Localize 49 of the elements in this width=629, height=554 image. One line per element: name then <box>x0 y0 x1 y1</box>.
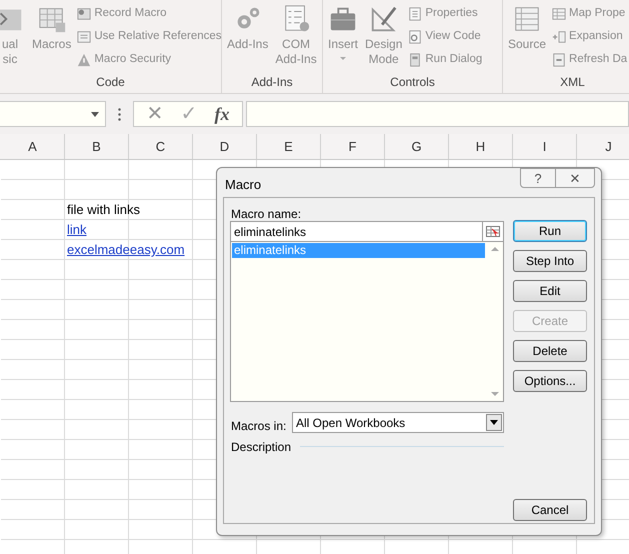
column-header[interactable]: G <box>385 134 449 159</box>
grid-sheet-icon <box>552 7 566 21</box>
magnifier-sheet-icon <box>408 30 422 44</box>
plus-sheet-icon <box>552 30 566 44</box>
scroll-down-icon[interactable] <box>490 392 498 396</box>
help-button[interactable]: ? <box>520 168 556 188</box>
dialog-button[interactable]: Options... <box>513 370 587 392</box>
insert-function-button[interactable]: fx <box>214 105 230 123</box>
sheet-refresh-icon <box>552 53 566 67</box>
sheet-grid-icon <box>77 30 92 44</box>
column-header[interactable]: H <box>449 134 513 159</box>
section-label: Description <box>231 439 292 456</box>
column-header[interactable]: J <box>577 134 629 159</box>
close-button[interactable]: ✕ <box>555 168 595 188</box>
dialog-button[interactable]: Run <box>513 220 587 242</box>
column-header[interactable]: B <box>65 134 129 159</box>
column-header[interactable]: D <box>193 134 257 159</box>
dialog-title: Macro <box>225 176 262 194</box>
column-header[interactable]: A <box>1 134 65 159</box>
warning-icon <box>77 53 92 67</box>
dialog-button[interactable]: Step Into <box>513 250 587 272</box>
macros-in-dropdown[interactable]: All Open Workbooks <box>292 412 504 433</box>
column-header[interactable]: C <box>129 134 193 159</box>
range-picker-button[interactable] <box>482 221 504 242</box>
list-sheet-icon <box>408 7 422 21</box>
cell-text: file with links <box>67 201 140 218</box>
column-header[interactable]: I <box>513 134 577 159</box>
formula-input[interactable] <box>246 101 629 127</box>
field-label: Macro name: <box>231 206 302 223</box>
group-label: Code <box>96 75 125 89</box>
scroll-up-icon[interactable] <box>490 247 498 251</box>
dropdown-arrow-icon <box>91 112 99 116</box>
dialog-button[interactable]: Delete <box>513 340 587 362</box>
hyperlink[interactable]: link <box>67 221 87 238</box>
grip-dots-icon <box>118 107 121 121</box>
macro-name-field[interactable]: eliminatelinks <box>230 221 482 242</box>
group-label: XML <box>560 75 585 89</box>
range-picker-icon <box>486 226 500 237</box>
cancel-button[interactable]: Cancel <box>513 499 587 521</box>
sheet-record-icon <box>77 7 92 21</box>
group-label: Controls <box>390 75 435 89</box>
field-label: Macros in: <box>231 418 286 435</box>
column-header[interactable]: E <box>257 134 321 159</box>
column-header[interactable]: F <box>321 134 385 159</box>
name-box[interactable] <box>0 101 106 127</box>
group-label: Add-Ins <box>251 75 293 89</box>
hyperlink[interactable]: excelmadeeasy.com <box>67 241 185 258</box>
dialog-form-icon <box>408 53 422 67</box>
dialog-button[interactable]: Edit <box>513 280 587 302</box>
